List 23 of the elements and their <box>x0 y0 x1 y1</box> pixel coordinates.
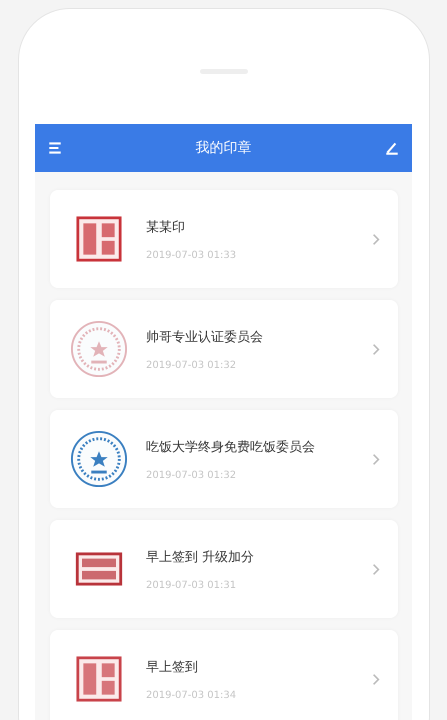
chevron-right-icon <box>372 342 380 356</box>
seal-card[interactable]: 帅哥专业认证委员会 2019-07-03 01:32 <box>50 300 398 398</box>
seal-card[interactable]: 早上签到 2019-07-03 01:34 <box>50 630 398 720</box>
chevron-right-icon <box>372 232 380 246</box>
pen-icon[interactable] <box>384 140 400 156</box>
seal-name: 帅哥专业认证委员会 <box>146 328 264 346</box>
seal-time: 2019-07-03 01:31 <box>146 580 238 590</box>
seal-time: 2019-07-03 01:32 <box>146 470 238 480</box>
seal-card[interactable]: 吃饭大学终身免费吃饭委员会 2019-07-03 01:32 <box>50 410 398 508</box>
seal-name: 某某印 <box>146 218 186 236</box>
seal-name: 吃饭大学终身免费吃饭委员会 <box>146 438 316 456</box>
seal-name: 早上签到 <box>146 658 199 676</box>
menu-icon[interactable] <box>47 140 63 156</box>
seal-time: 2019-07-03 01:32 <box>146 360 238 370</box>
chevron-right-icon <box>372 672 380 686</box>
seal-name: 早上签到 升级加分 <box>146 548 256 566</box>
seal-card[interactable]: 某某印 2019-07-03 01:33 <box>50 190 398 288</box>
seal-card[interactable]: 早上签到 升级加分 2019-07-03 01:31 <box>50 520 398 618</box>
page-title: 我的印章 <box>196 139 252 157</box>
seal-time: 2019-07-03 01:33 <box>146 250 238 260</box>
chevron-right-icon <box>372 452 380 466</box>
seal-time: 2019-07-03 01:34 <box>146 690 238 700</box>
chevron-right-icon <box>372 562 380 576</box>
